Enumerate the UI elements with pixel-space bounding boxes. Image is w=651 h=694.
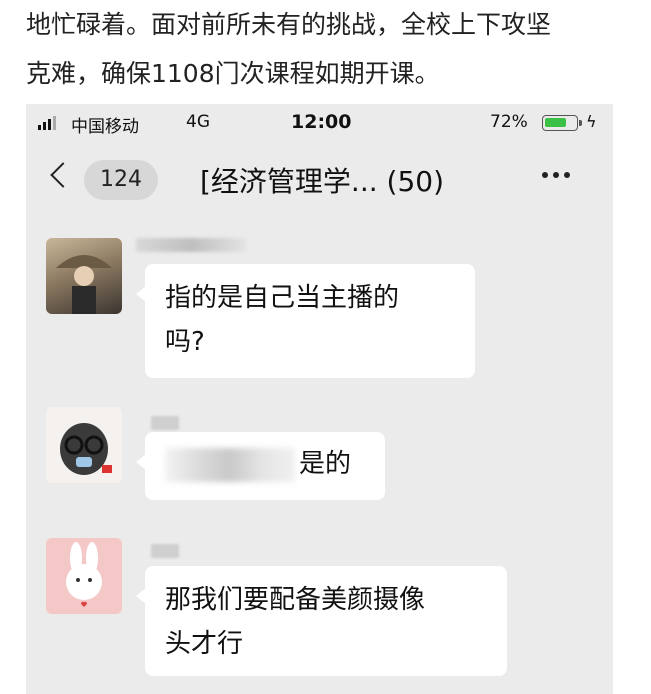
battery-icon xyxy=(542,115,582,131)
message-text: 吗? xyxy=(165,327,205,357)
avatar-image xyxy=(66,542,102,607)
sender-name-blurred xyxy=(136,238,246,252)
unread-count-badge[interactable]: 124 xyxy=(84,160,158,200)
more-dots-icon[interactable] xyxy=(542,172,570,178)
carrier-name: 中国移动 xyxy=(71,117,139,137)
avatar[interactable] xyxy=(46,238,122,314)
signal-icon xyxy=(38,116,56,130)
network-type: 4G xyxy=(186,112,210,132)
sender-name-blurred xyxy=(151,416,179,430)
chat-nav-bar: 124 [经济管理学... (50) xyxy=(26,154,613,210)
article-text: 地忙碌着。面对前所未有的挑战，全校上下攻坚 克难，确保1108门次课程如期开课。 xyxy=(26,0,626,98)
article-line-2: 克难，确保1108门次课程如期开课。 xyxy=(26,59,440,88)
chevron-left-icon[interactable] xyxy=(50,162,76,188)
avatar[interactable] xyxy=(46,407,122,483)
avatar[interactable] xyxy=(46,538,122,614)
status-bar: 中国移动 4G 12:00 72% ϟ xyxy=(26,104,613,144)
blurred-content xyxy=(165,447,295,482)
avatar-image xyxy=(60,423,112,475)
chat-title[interactable]: [经济管理学... (50) xyxy=(200,160,444,200)
chat-screenshot: 中国移动 4G 12:00 72% ϟ 124 [经济管理学... (50) 指… xyxy=(26,104,613,694)
message-bubble[interactable]: 是的 xyxy=(136,432,385,500)
message-bubble[interactable]: 那我们要配备美颜摄像 头才行 xyxy=(136,566,507,676)
message-text: 那我们要配备美颜摄像 xyxy=(165,585,426,615)
sender-name-blurred xyxy=(151,544,179,558)
message-text: 是的 xyxy=(299,449,352,479)
message-text: 头才行 xyxy=(165,629,244,659)
status-time: 12:00 xyxy=(291,111,352,133)
article-line-1: 地忙碌着。面对前所未有的挑战，全校上下攻坚 xyxy=(26,10,552,39)
message-bubble[interactable]: 指的是自己当主播的 吗? xyxy=(136,264,475,378)
charging-bolt-icon: ϟ xyxy=(586,112,597,131)
avatar-image xyxy=(56,255,112,314)
message-text: 指的是自己当主播的 xyxy=(165,283,400,313)
battery-percent: 72% xyxy=(490,112,528,132)
